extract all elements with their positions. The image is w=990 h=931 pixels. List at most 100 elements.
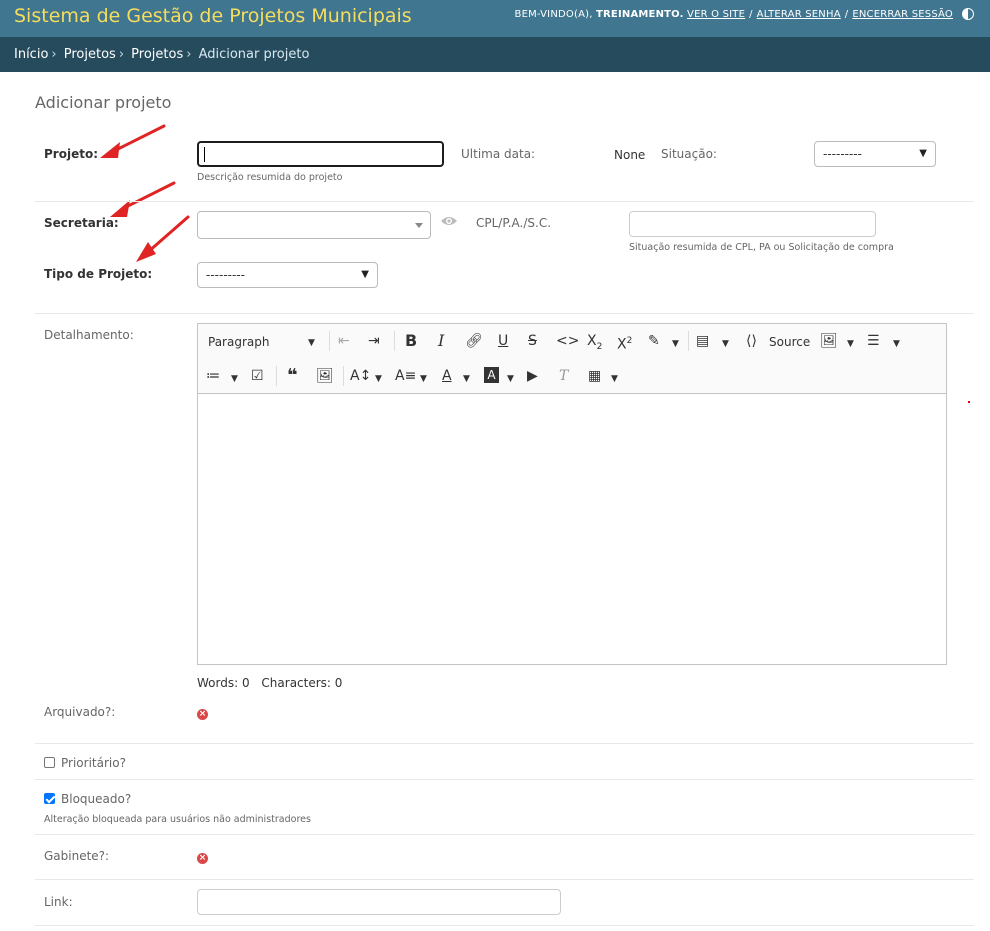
divider <box>35 201 974 202</box>
bloqueado-label[interactable]: Bloqueado? <box>61 792 131 806</box>
breadcrumb-app[interactable]: Projetos <box>64 47 116 62</box>
blockquote-icon[interactable]: ❝ <box>287 367 298 385</box>
prioritario-label[interactable]: Prioritário? <box>61 756 126 770</box>
eye-icon[interactable] <box>440 215 458 227</box>
outdent-icon[interactable]: ⇤ <box>338 332 350 350</box>
red-marker <box>968 401 970 403</box>
divider <box>35 834 974 835</box>
media-embed-icon[interactable]: ▶ <box>527 367 538 385</box>
projeto-help: Descrição resumida do projeto <box>197 172 343 183</box>
ultima-data-label: Ultima data: <box>461 147 536 161</box>
welcome-text: BEM-VINDO(A), <box>514 8 593 20</box>
underline-icon[interactable]: U <box>498 332 508 350</box>
chevron-down-icon[interactable]: ▼ <box>893 335 900 353</box>
projeto-label: Projeto: <box>44 147 98 161</box>
font-color-icon[interactable]: A <box>442 367 452 385</box>
table-icon[interactable]: ▦ <box>588 367 601 385</box>
toolbar-separator <box>394 331 395 351</box>
superscript-icon[interactable]: X2 <box>617 332 632 354</box>
todo-list-icon[interactable]: ☑ <box>251 367 264 385</box>
breadcrumb-current: Adicionar projeto <box>198 47 310 62</box>
link-label: Link: <box>44 895 73 909</box>
source-icon[interactable]: ⟨⟩ <box>746 332 757 350</box>
username: TREINAMENTO. <box>596 8 684 20</box>
font-family-icon[interactable]: A≡ <box>395 367 416 385</box>
link-icon[interactable]: 🔗︎ <box>465 332 483 350</box>
bloqueado-checkbox[interactable] <box>44 793 55 804</box>
false-icon: × <box>197 709 208 720</box>
situacao-select[interactable]: --------- ▼ <box>814 141 936 167</box>
chevron-down-icon[interactable]: ▼ <box>507 370 514 388</box>
secretaria-label: Secretaria: <box>44 216 119 230</box>
tipo-projeto-select[interactable]: --------- ▼ <box>197 262 378 288</box>
secretaria-select[interactable] <box>197 211 431 239</box>
editor-toolbar: Paragraph ▼ ⇤ ⇥ B I 🔗︎ U S <> X2 X2 ✎ ▼ … <box>198 324 946 394</box>
image-insert-icon[interactable]: 🖼︎ <box>820 332 838 350</box>
link-input[interactable] <box>197 889 561 915</box>
heading-dropdown-label: Paragraph <box>208 335 270 349</box>
toolbar-separator <box>276 366 277 386</box>
divider <box>35 313 974 314</box>
chevron-down-icon[interactable]: ▼ <box>231 370 238 388</box>
bold-icon[interactable]: B <box>405 332 417 350</box>
annotation-arrow-projeto <box>100 124 166 158</box>
cpl-label: CPL/P.A./S.C. <box>476 216 552 230</box>
change-password-link[interactable]: ALTERAR SENHA <box>757 9 841 20</box>
font-size-icon[interactable]: A↕ <box>350 367 371 385</box>
editor-content-area[interactable] <box>198 395 946 664</box>
projeto-input[interactable] <box>197 141 444 167</box>
indent-icon[interactable]: ⇥ <box>368 332 380 350</box>
highlight-icon[interactable]: ✎ <box>648 332 660 350</box>
chevron-down-icon[interactable]: ▼ <box>847 335 854 353</box>
font-background-icon[interactable]: A <box>484 367 499 383</box>
word-count: Words: 0 Characters: 0 <box>197 676 350 690</box>
situacao-selected: --------- <box>823 147 862 161</box>
chevron-down-icon[interactable]: ▼ <box>722 335 729 353</box>
view-site-link[interactable]: VER O SITE <box>687 9 745 20</box>
chevron-down-icon[interactable]: ▼ <box>463 370 470 388</box>
html-embed-icon[interactable]: ▤ <box>696 332 709 350</box>
chevron-down-icon[interactable]: ▼ <box>420 370 427 388</box>
detalhamento-label: Detalhamento: <box>44 328 134 342</box>
breadcrumb-home[interactable]: Início <box>14 47 48 62</box>
false-icon: × <box>197 853 208 864</box>
code-icon[interactable]: <> <box>556 332 579 350</box>
breadcrumb-model[interactable]: Projetos <box>131 47 183 62</box>
breadcrumb: Início › Projetos › Projetos › Adicionar pr… <box>0 37 990 72</box>
divider <box>35 743 974 744</box>
theme-toggle-icon[interactable] <box>962 8 974 20</box>
chevron-down-icon[interactable]: ▼ <box>672 335 679 353</box>
divider <box>35 879 974 880</box>
chevron-down-icon[interactable]: ▼ <box>611 370 618 388</box>
toolbar-separator <box>688 331 689 351</box>
site-title[interactable]: Sistema de Gestão de Projetos Municipais <box>14 5 412 27</box>
app-header: Sistema de Gestão de Projetos Municipais… <box>0 0 990 37</box>
strikethrough-icon[interactable]: S <box>528 332 537 350</box>
prioritario-checkbox[interactable] <box>44 757 55 768</box>
text-caret <box>204 147 205 162</box>
tipo-projeto-selected: --------- <box>206 268 245 282</box>
cpl-input[interactable] <box>629 211 876 237</box>
rich-text-editor: Paragraph ▼ ⇤ ⇥ B I 🔗︎ U S <> X2 X2 ✎ ▼ … <box>197 323 947 665</box>
toolbar-separator <box>329 331 330 351</box>
chevron-down-icon: ▼ <box>919 148 927 159</box>
word-count-characters: Characters: 0 <box>261 676 343 690</box>
chevron-down-icon[interactable]: ▼ <box>308 334 315 352</box>
dropdown-arrow-icon <box>415 223 423 228</box>
source-button[interactable]: Source <box>769 333 810 351</box>
ultima-data-value: None <box>614 148 646 162</box>
italic-icon[interactable]: I <box>438 332 444 350</box>
gabinete-label: Gabinete?: <box>44 849 110 863</box>
chevron-down-icon[interactable]: ▼ <box>375 370 382 388</box>
cpl-help: Situação resumida de CPL, PA ou Solicita… <box>629 242 894 253</box>
bulleted-list-icon[interactable]: ☰ <box>867 332 880 350</box>
logout-link[interactable]: ENCERRAR SESSÃO <box>852 9 953 20</box>
user-tools: BEM-VINDO(A), TREINAMENTO. VER O SITE / A… <box>515 8 974 20</box>
heading-dropdown[interactable]: Paragraph <box>208 333 269 351</box>
tipo-projeto-label: Tipo de Projeto: <box>44 267 153 281</box>
subscript-icon[interactable]: X2 <box>587 332 602 356</box>
numbered-list-icon[interactable]: ≔ <box>206 367 220 385</box>
remove-format-icon[interactable]: T <box>559 367 568 385</box>
image-upload-icon[interactable]: 🖼︎ <box>316 367 334 385</box>
chevron-down-icon: ▼ <box>361 269 369 280</box>
